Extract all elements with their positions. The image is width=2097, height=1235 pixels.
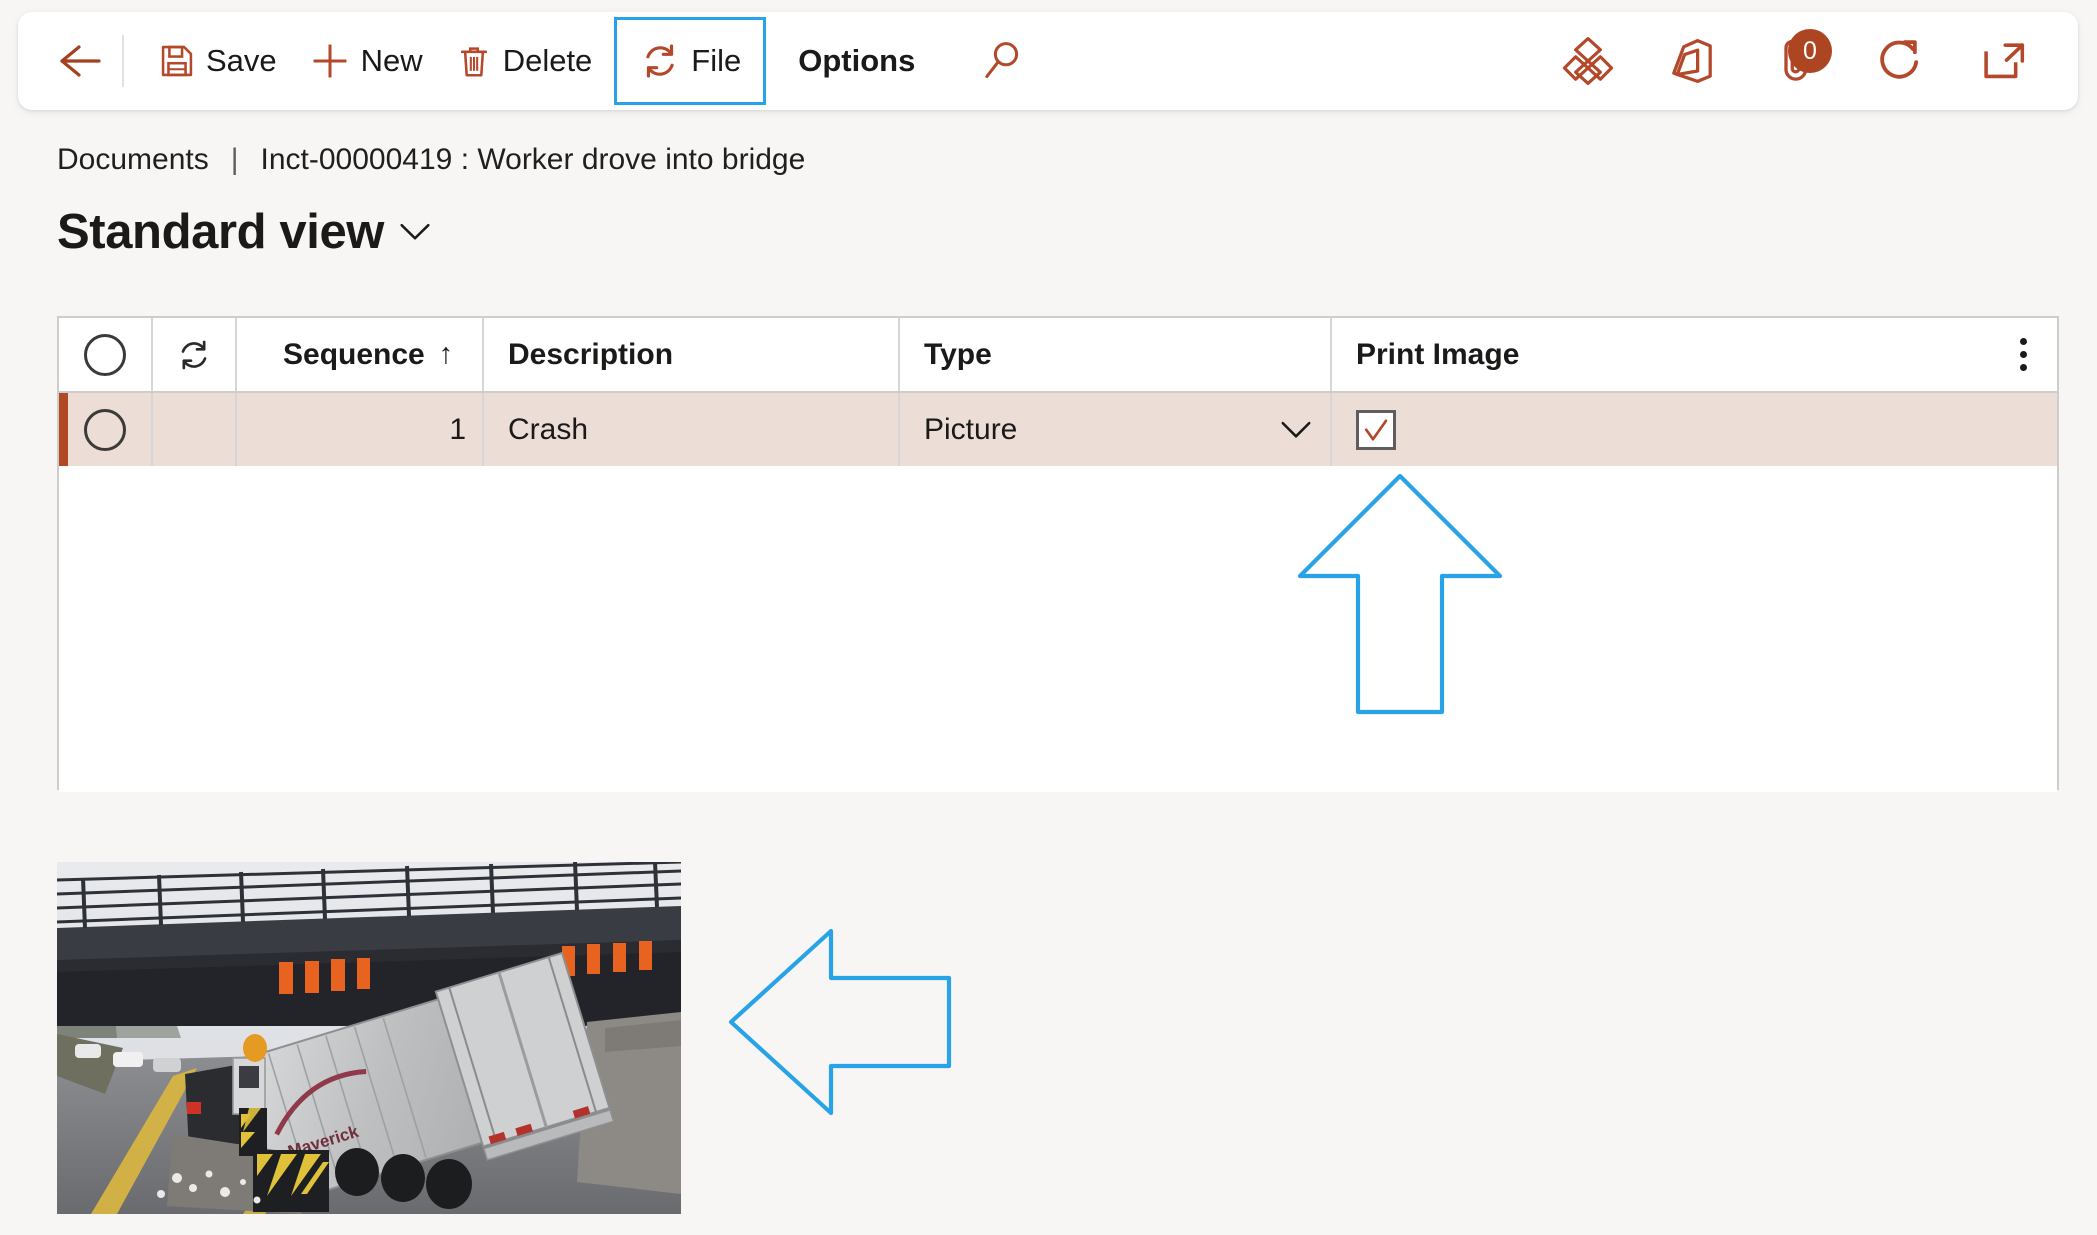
cell-type-value: Picture [924, 412, 1018, 446]
options-button[interactable]: Options [772, 25, 931, 97]
row-select-cell[interactable] [59, 393, 153, 466]
arrow-left-annotation [725, 925, 955, 1125]
documents-grid: Sequence ↑ Description Type Print Image … [57, 316, 2059, 792]
cell-print-image[interactable] [1332, 393, 2057, 466]
command-bar: Save New Delete File Options 0 [18, 12, 2078, 110]
select-all-radio[interactable] [84, 333, 126, 376]
refresh-button[interactable] [1870, 31, 1930, 91]
options-button-label: Options [798, 43, 916, 78]
command-bar-left-group: Save New Delete File Options [52, 12, 1558, 110]
column-options-kebab-icon[interactable] [2020, 338, 2041, 371]
open-in-new-window-icon [1984, 43, 2025, 79]
column-header-description-label: Description [508, 337, 674, 371]
cell-description-value: Crash [508, 412, 589, 446]
print-image-checkbox[interactable] [1356, 409, 1396, 450]
grid-refresh-icon [181, 340, 207, 369]
sort-ascending-icon: ↑ [438, 338, 454, 370]
cell-type[interactable]: Picture [900, 393, 1332, 466]
toolbar-divider [122, 35, 124, 87]
column-header-print-image[interactable]: Print Image [1332, 318, 2057, 391]
attachment-count-badge: 0 [1788, 29, 1832, 73]
command-bar-right-group: 0 [1558, 12, 2052, 110]
back-button[interactable] [52, 33, 108, 89]
breadcrumb-current-record: Inct-00000419 : Worker drove into bridge [260, 143, 806, 176]
row-icon-cell [153, 393, 237, 466]
new-button-label: New [360, 43, 423, 78]
row-select-radio[interactable] [84, 408, 126, 451]
office-app-icon [1672, 39, 1712, 83]
checkmark-icon [1364, 418, 1388, 441]
row-selected-indicator [59, 393, 68, 466]
cell-sequence[interactable]: 1 [237, 393, 484, 466]
refresh-cycle-icon [639, 40, 681, 82]
column-header-sequence[interactable]: Sequence ↑ [237, 318, 484, 391]
save-floppy-icon [158, 42, 196, 80]
cell-description[interactable]: Crash [484, 393, 900, 466]
attachment-preview-image[interactable]: Maverick [57, 862, 681, 1214]
open-in-new-window-button[interactable] [1974, 31, 2034, 91]
back-arrow-icon [60, 45, 101, 77]
power-bi-diamond-icon [1562, 37, 1614, 85]
search-icon [985, 42, 1019, 79]
file-button-label: File [691, 43, 742, 78]
column-header-description[interactable]: Description [484, 318, 900, 391]
new-button[interactable]: New [293, 25, 439, 97]
page-title-view-selector[interactable]: Standard view [57, 204, 432, 260]
office-app-button[interactable] [1662, 31, 1722, 91]
grid-empty-area [59, 466, 2057, 792]
file-button[interactable]: File [614, 17, 767, 105]
refresh-icon [1880, 40, 1919, 79]
column-header-type-label: Type [924, 337, 992, 371]
grid-header-row: Sequence ↑ Description Type Print Image [59, 318, 2057, 393]
select-all-header-cell[interactable] [59, 318, 153, 391]
grid-refresh-header-cell[interactable] [153, 318, 237, 391]
delete-button[interactable]: Delete [439, 25, 609, 97]
trash-icon [455, 42, 493, 80]
save-button-label: Save [206, 43, 277, 78]
type-dropdown-chevron-down-icon[interactable] [1278, 418, 1314, 442]
column-header-sequence-label: Sequence [283, 337, 425, 371]
attachment-button[interactable]: 0 [1766, 29, 1832, 91]
table-row[interactable]: 1 Crash Picture [59, 393, 2057, 466]
page-title: Standard view [57, 205, 385, 259]
delete-button-label: Delete [502, 43, 593, 78]
search-button[interactable] [971, 30, 1033, 92]
cell-sequence-value: 1 [449, 412, 466, 446]
plus-icon [309, 40, 351, 82]
breadcrumb-separator: | [230, 143, 239, 176]
chevron-down-icon [400, 223, 430, 240]
column-header-print-image-label: Print Image [1356, 337, 1520, 371]
power-bi-diamond-button[interactable] [1558, 31, 1618, 91]
breadcrumb: Documents | Inct-00000419 : Worker drove… [57, 143, 805, 177]
save-button[interactable]: Save [142, 25, 293, 97]
breadcrumb-parent-link[interactable]: Documents [57, 143, 209, 177]
column-header-type[interactable]: Type [900, 318, 1332, 391]
